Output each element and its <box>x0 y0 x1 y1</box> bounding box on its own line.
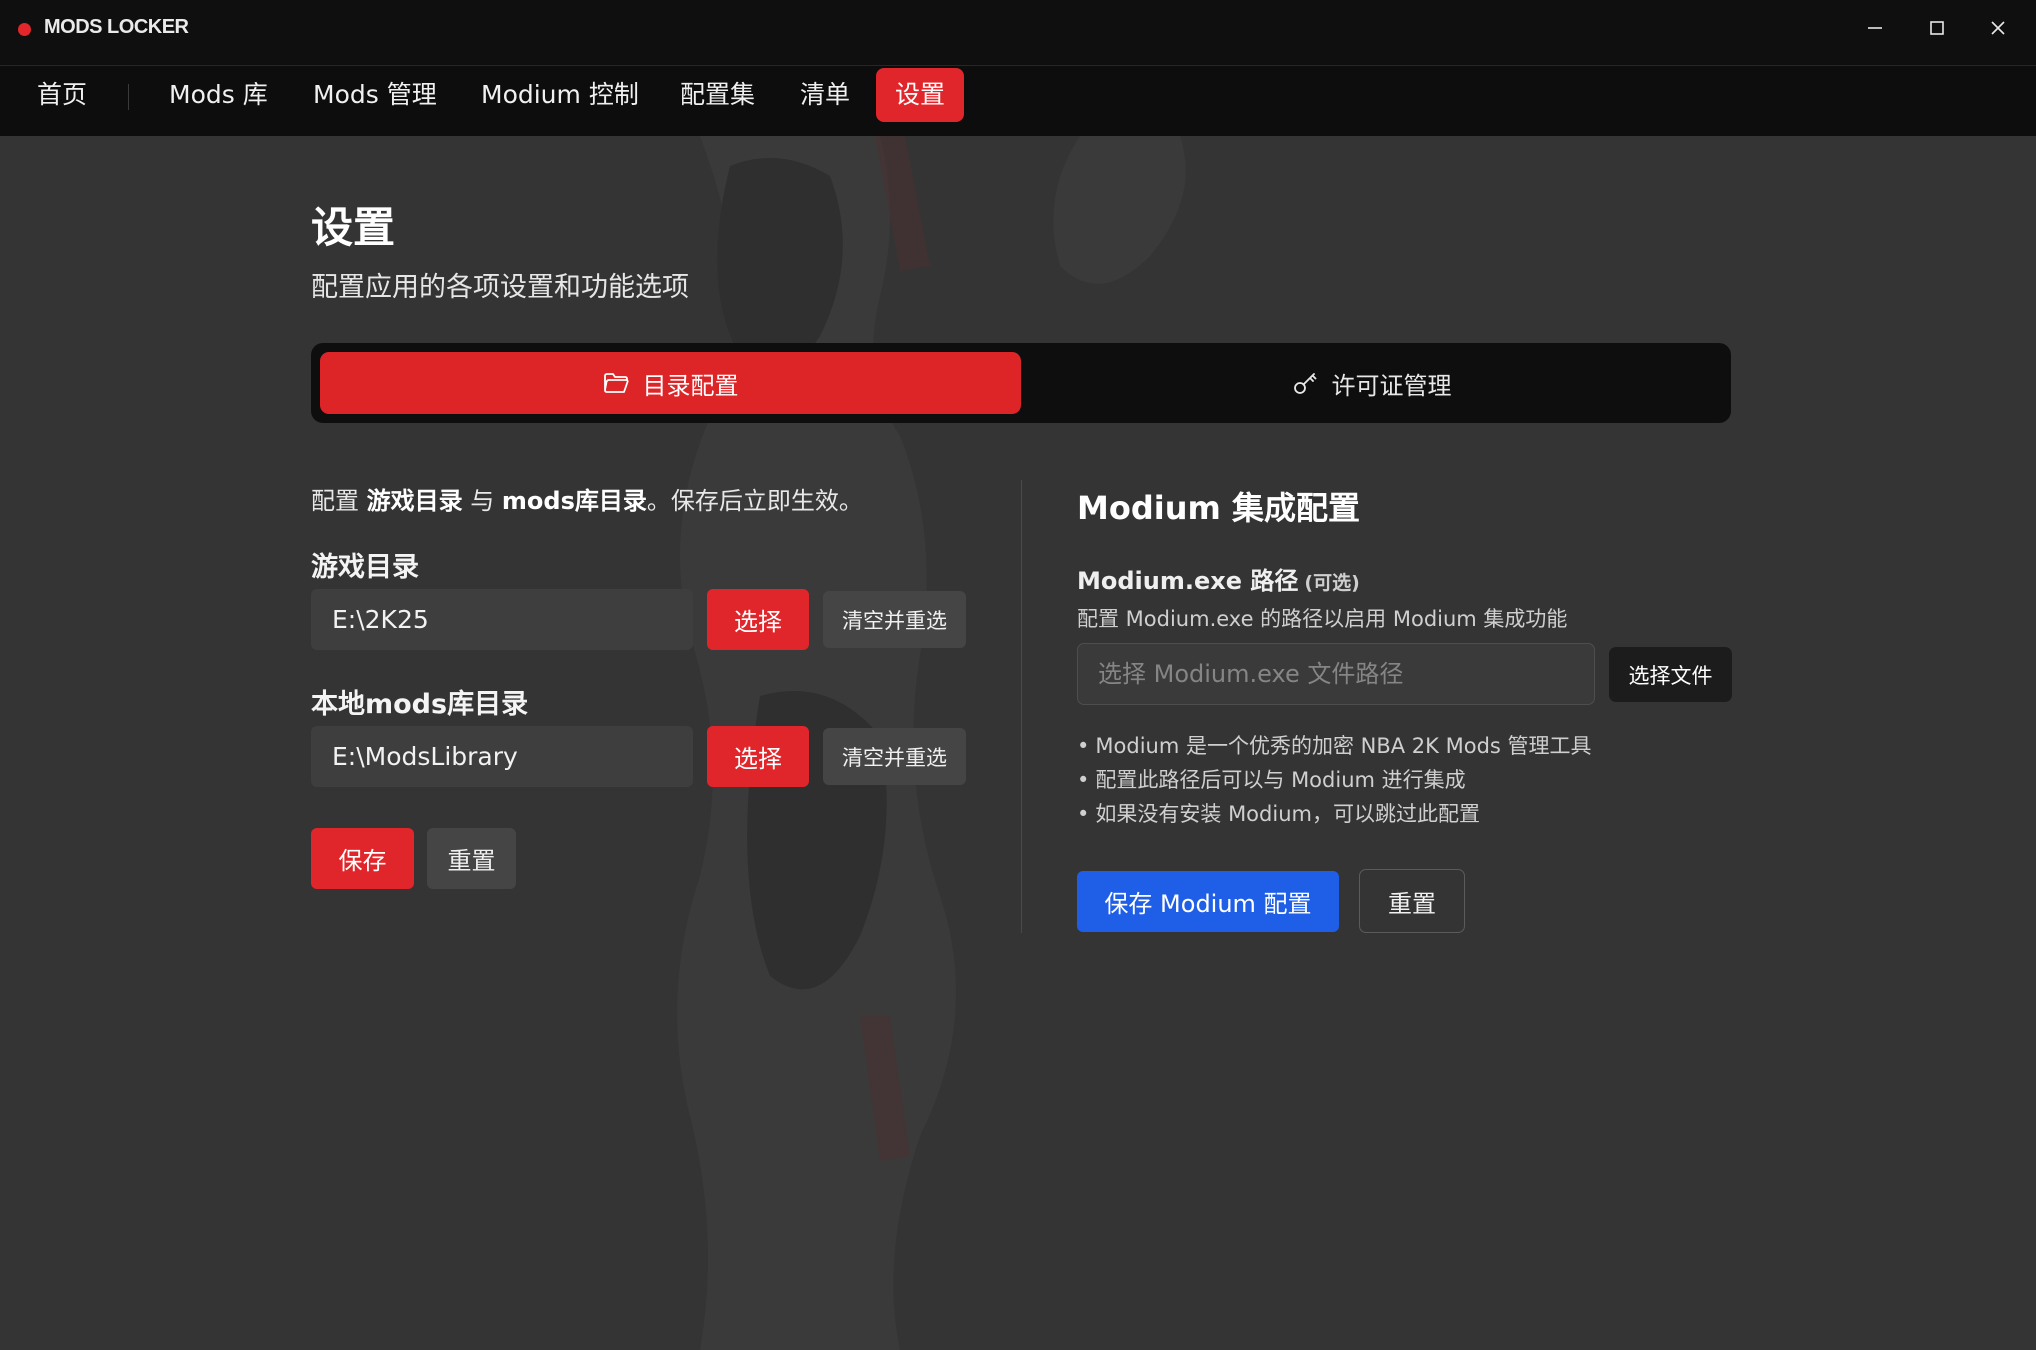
title-bar: MODS LOCKER <box>0 0 2036 66</box>
reset-directory-button[interactable]: 重置 <box>427 828 516 889</box>
tab-directory-config[interactable]: 目录配置 <box>320 352 1021 414</box>
game-dir-select-button[interactable]: 选择 <box>707 589 809 650</box>
app-status-dot <box>18 23 31 36</box>
main-nav: 首页 Mods 库 Mods 管理 Modium 控制 配置集 清单 设置 <box>0 66 2036 136</box>
save-directory-button[interactable]: 保存 <box>311 828 414 889</box>
folder-icon <box>603 373 628 393</box>
nav-settings[interactable]: 设置 <box>876 68 964 122</box>
directory-intro: 配置 游戏目录 与 mods库目录。保存后立即生效。 <box>311 487 863 515</box>
nav-home[interactable]: 首页 <box>37 66 87 136</box>
mods-dir-clear-button[interactable]: 清空并重选 <box>823 728 966 785</box>
nav-mods-management[interactable]: Mods 管理 <box>313 66 437 136</box>
modium-note: Modium 是一个优秀的加密 NBA 2K Mods 管理工具 <box>1077 731 1591 765</box>
nav-modium-control[interactable]: Modium 控制 <box>481 66 639 136</box>
modium-section-title: Modium 集成配置 <box>1077 489 1360 527</box>
nav-config-sets[interactable]: 配置集 <box>680 66 755 136</box>
page-subtitle: 配置应用的各项设置和功能选项 <box>311 272 689 303</box>
maximize-icon <box>1930 21 1944 35</box>
mods-dir-select-button[interactable]: 选择 <box>707 726 809 787</box>
tab-license-management[interactable]: 许可证管理 <box>1021 352 1722 414</box>
close-icon <box>1991 21 2005 35</box>
modium-note: 配置此路径后可以与 Modium 进行集成 <box>1077 765 1592 799</box>
game-dir-input[interactable] <box>311 589 693 650</box>
modium-note: 如果没有安装 Modium，可以跳过此配置 <box>1077 799 1592 833</box>
reset-modium-button[interactable]: 重置 <box>1359 869 1465 933</box>
optional-tag: (可选) <box>1304 572 1360 594</box>
minimize-icon <box>1868 27 1882 29</box>
tab-directory-label: 目录配置 <box>642 371 739 400</box>
close-button[interactable] <box>1975 8 2021 48</box>
tab-license-label: 许可证管理 <box>1331 371 1452 400</box>
mods-dir-input[interactable] <box>311 726 693 787</box>
modium-path-input[interactable] <box>1077 643 1595 705</box>
nav-checklist[interactable]: 清单 <box>800 66 850 136</box>
app-title: MODS LOCKER <box>44 16 189 38</box>
select-file-button[interactable]: 选择文件 <box>1609 647 1732 702</box>
modium-path-label: Modium.exe 路径 (可选) <box>1077 567 1360 595</box>
page-title: 设置 <box>311 203 396 252</box>
key-icon <box>1293 373 1316 394</box>
game-dir-label: 游戏目录 <box>311 552 419 583</box>
settings-tabs: 目录配置 许可证管理 <box>311 343 1731 423</box>
modium-notes: Modium 是一个优秀的加密 NBA 2K Mods 管理工具 配置此路径后可… <box>1077 731 1592 833</box>
column-divider <box>1021 480 1022 933</box>
modium-path-hint: 配置 Modium.exe 的路径以启用 Modium 集成功能 <box>1077 607 1568 631</box>
nav-mods-library[interactable]: Mods 库 <box>169 66 268 136</box>
save-modium-button[interactable]: 保存 Modium 配置 <box>1077 871 1339 932</box>
minimize-button[interactable] <box>1852 8 1898 48</box>
game-dir-clear-button[interactable]: 清空并重选 <box>823 591 966 648</box>
nav-divider <box>128 84 129 110</box>
maximize-button[interactable] <box>1914 8 1960 48</box>
background-player-silhouette <box>677 136 1186 1350</box>
mods-dir-label: 本地mods库目录 <box>311 689 529 720</box>
